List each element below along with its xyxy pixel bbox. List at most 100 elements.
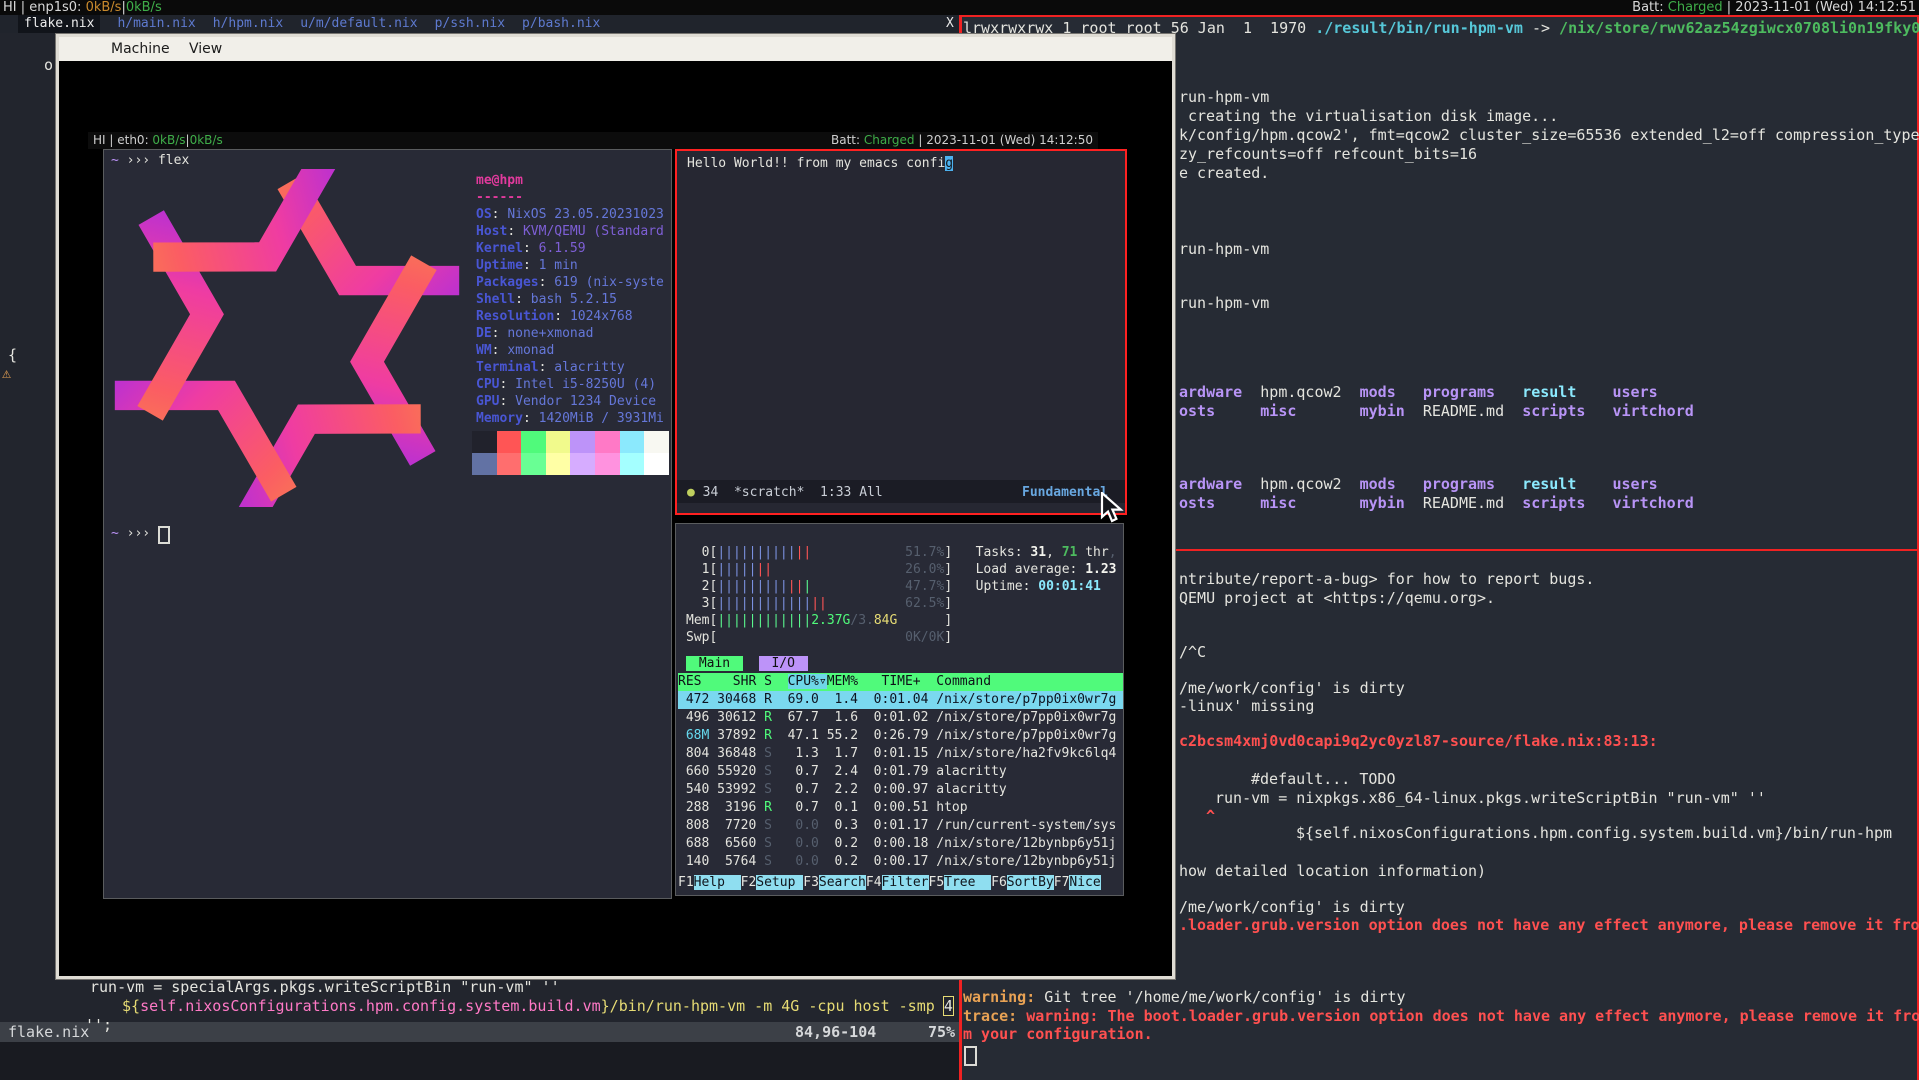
text-segment xyxy=(1342,383,1360,401)
text-segment: users xyxy=(1613,383,1658,401)
host-right-bottom-line: QEMU project at <https://qemu.org>. xyxy=(1179,589,1495,608)
host-emacs-code-line: ${self.nixosConfigurations.hpm.config.sy… xyxy=(122,997,953,1016)
host-right-bottom-line: trace: warning: The boot.loader.grub.ver… xyxy=(963,1007,1919,1026)
text-segment: run-vm = specialArgs.pkgs.writeScriptBin… xyxy=(90,978,560,996)
text-segment: ./result/bin/run-hpm-vm xyxy=(1315,19,1523,37)
host-right-top-line: osts misc mybin README.md scripts virtch… xyxy=(1179,402,1694,421)
host-right-top-line: run-hpm-vm xyxy=(1179,240,1269,259)
host-right-top-line: run-hpm-vm xyxy=(1179,88,1269,107)
host-right-bottom-line: -linux' missing xyxy=(1179,697,1314,716)
host-right-top-line: ardware hpm.qcow2 mods programs result u… xyxy=(1179,475,1658,494)
host-right-bottom-line: how detailed location information) xyxy=(1179,862,1486,881)
text-segment: virtchord xyxy=(1613,494,1694,512)
host-right-top-line: ardware hpm.qcow2 mods programs result u… xyxy=(1179,383,1658,402)
text-segment xyxy=(1242,383,1260,401)
host-right-bottom-line: run-vm = nixpkgs.x86_64-linux.pkgs.write… xyxy=(1215,789,1766,808)
text-segment: -> xyxy=(1523,19,1559,37)
text-segment: scripts xyxy=(1522,402,1585,420)
text-segment: virtchord xyxy=(1613,402,1694,420)
text-segment: scripts xyxy=(1522,494,1585,512)
text-segment: /me/work/config' is dirty xyxy=(1179,898,1405,916)
text-segment xyxy=(1215,402,1260,420)
text-segment: users xyxy=(1613,475,1658,493)
terminal-cursor xyxy=(964,1046,977,1066)
text-segment: README.md xyxy=(1423,402,1504,420)
text-segment: { xyxy=(8,346,17,364)
text-segment: misc xyxy=(1260,402,1296,420)
host-emacs-code-line: run-vm = specialArgs.pkgs.writeScriptBin… xyxy=(90,978,560,997)
host-right-top-line: run-hpm-vm xyxy=(1179,294,1269,313)
qemu-window[interactable]: Machine View xyxy=(56,34,1175,979)
text-segment xyxy=(1215,494,1260,512)
text-segment xyxy=(1495,383,1522,401)
text-segment: }/bin/run-hpm-vm -m 4G -cpu host -smp xyxy=(601,997,944,1015)
text-segment: ${ xyxy=(122,997,140,1015)
text-segment: ^ xyxy=(1206,807,1215,825)
text-segment: creating the virtualisation disk image..… xyxy=(1188,107,1558,125)
desktop-screen: HI | enp1s0: 0kB/s|0kB/s Batt: Charged |… xyxy=(0,0,1919,1080)
text-segment: result xyxy=(1522,383,1576,401)
host-emacs-code-line: ''; xyxy=(85,1016,112,1035)
text-segment: k/config/hpm.qcow2', fmt=qcow2 cluster_s… xyxy=(1179,126,1919,144)
host-right-bottom-line: /me/work/config' is dirty xyxy=(1179,898,1405,917)
host-right-bottom-line: /me/work/config' is dirty xyxy=(1179,679,1405,698)
menu-item-view[interactable]: View xyxy=(189,37,222,61)
text-segment: osts xyxy=(1179,402,1215,420)
host-right-bottom-line: ntribute/report-a-bug> for how to report… xyxy=(1179,570,1594,589)
text-segment: zy_refcounts=off refcount_bits=16 xyxy=(1179,145,1477,163)
host-right-bottom-line: ^ xyxy=(1206,807,1215,826)
host-right-bottom-line: ${self.nixosConfigurations.hpm.config.sy… xyxy=(1296,824,1892,843)
text-segment: mods xyxy=(1360,475,1396,493)
text-segment xyxy=(1296,402,1359,420)
text-segment: ardware xyxy=(1179,383,1242,401)
text-segment: ${self.nixosConfigurations.hpm.config.sy… xyxy=(1296,824,1892,842)
qemu-menubar: Machine View xyxy=(59,37,1172,61)
text-segment: hpm.qcow2 xyxy=(1260,475,1341,493)
text-segment: ''; xyxy=(85,1016,112,1034)
host-right-top-line: k/config/hpm.qcow2', fmt=qcow2 cluster_s… xyxy=(1179,126,1919,145)
host-right-bottom-line: #default... TODO xyxy=(1251,770,1396,789)
text-segment: /^C xyxy=(1179,643,1206,661)
text-segment: .loader.grub.version option does not hav… xyxy=(1179,916,1919,934)
text-segment: #default... TODO xyxy=(1251,770,1396,788)
text-segment: e created. xyxy=(1179,164,1269,182)
text-segment: m your configuration. xyxy=(963,1025,1153,1043)
text-segment: ⚠ xyxy=(2,364,11,382)
text-segment: hpm.qcow2 xyxy=(1260,383,1341,401)
text-segment: result xyxy=(1522,475,1576,493)
text-segment: /nix/store/rwv62az54zgiwcx0708li0n19fky0 xyxy=(1559,19,1919,37)
text-segment: self.nixosConfigurations.hpm.config.syst… xyxy=(140,997,601,1015)
text-segment: programs xyxy=(1423,475,1495,493)
text-segment: ntribute/report-a-bug> for how to report… xyxy=(1179,570,1594,588)
text-segment: programs xyxy=(1423,383,1495,401)
text-segment xyxy=(1576,383,1612,401)
host-emacs-code-line: o xyxy=(44,56,53,75)
host-right-bottom-line: /^C xyxy=(1179,643,1206,662)
text-segment: warning: xyxy=(963,988,1044,1006)
text-segment xyxy=(1504,494,1522,512)
text-segment xyxy=(1585,494,1612,512)
text-segment: run-hpm-vm xyxy=(1179,240,1269,258)
text-segment: -linux' missing xyxy=(1179,697,1314,715)
text-segment: run-hpm-vm xyxy=(1179,88,1269,106)
text-segment: osts xyxy=(1179,494,1215,512)
text-segment: mybin xyxy=(1360,494,1405,512)
text-segment: 4 xyxy=(944,997,953,1015)
text-segment: run-vm = nixpkgs.x86_64-linux.pkgs.write… xyxy=(1215,789,1766,807)
text-segment xyxy=(1504,402,1522,420)
text-segment: mybin xyxy=(1360,402,1405,420)
host-right-top-line: zy_refcounts=off refcount_bits=16 xyxy=(1179,145,1477,164)
text-segment xyxy=(1242,475,1260,493)
menu-item-machine[interactable]: Machine xyxy=(111,37,170,61)
text-segment xyxy=(1396,475,1423,493)
text-segment: how detailed location information) xyxy=(1179,862,1486,880)
host-right-bottom-line: .loader.grub.version option does not hav… xyxy=(1179,916,1919,935)
text-segment: README.md xyxy=(1423,494,1504,512)
text-segment: trace: xyxy=(963,1007,1026,1025)
text-segment xyxy=(1342,475,1360,493)
text-segment xyxy=(1296,494,1359,512)
text-segment: ardware xyxy=(1179,475,1242,493)
host-right-top-line: creating the virtualisation disk image..… xyxy=(1188,107,1558,126)
text-segment: /me/work/config' is dirty xyxy=(1179,679,1405,697)
host-right-bottom-line: warning: Git tree '/home/me/work/config'… xyxy=(963,988,1406,1007)
